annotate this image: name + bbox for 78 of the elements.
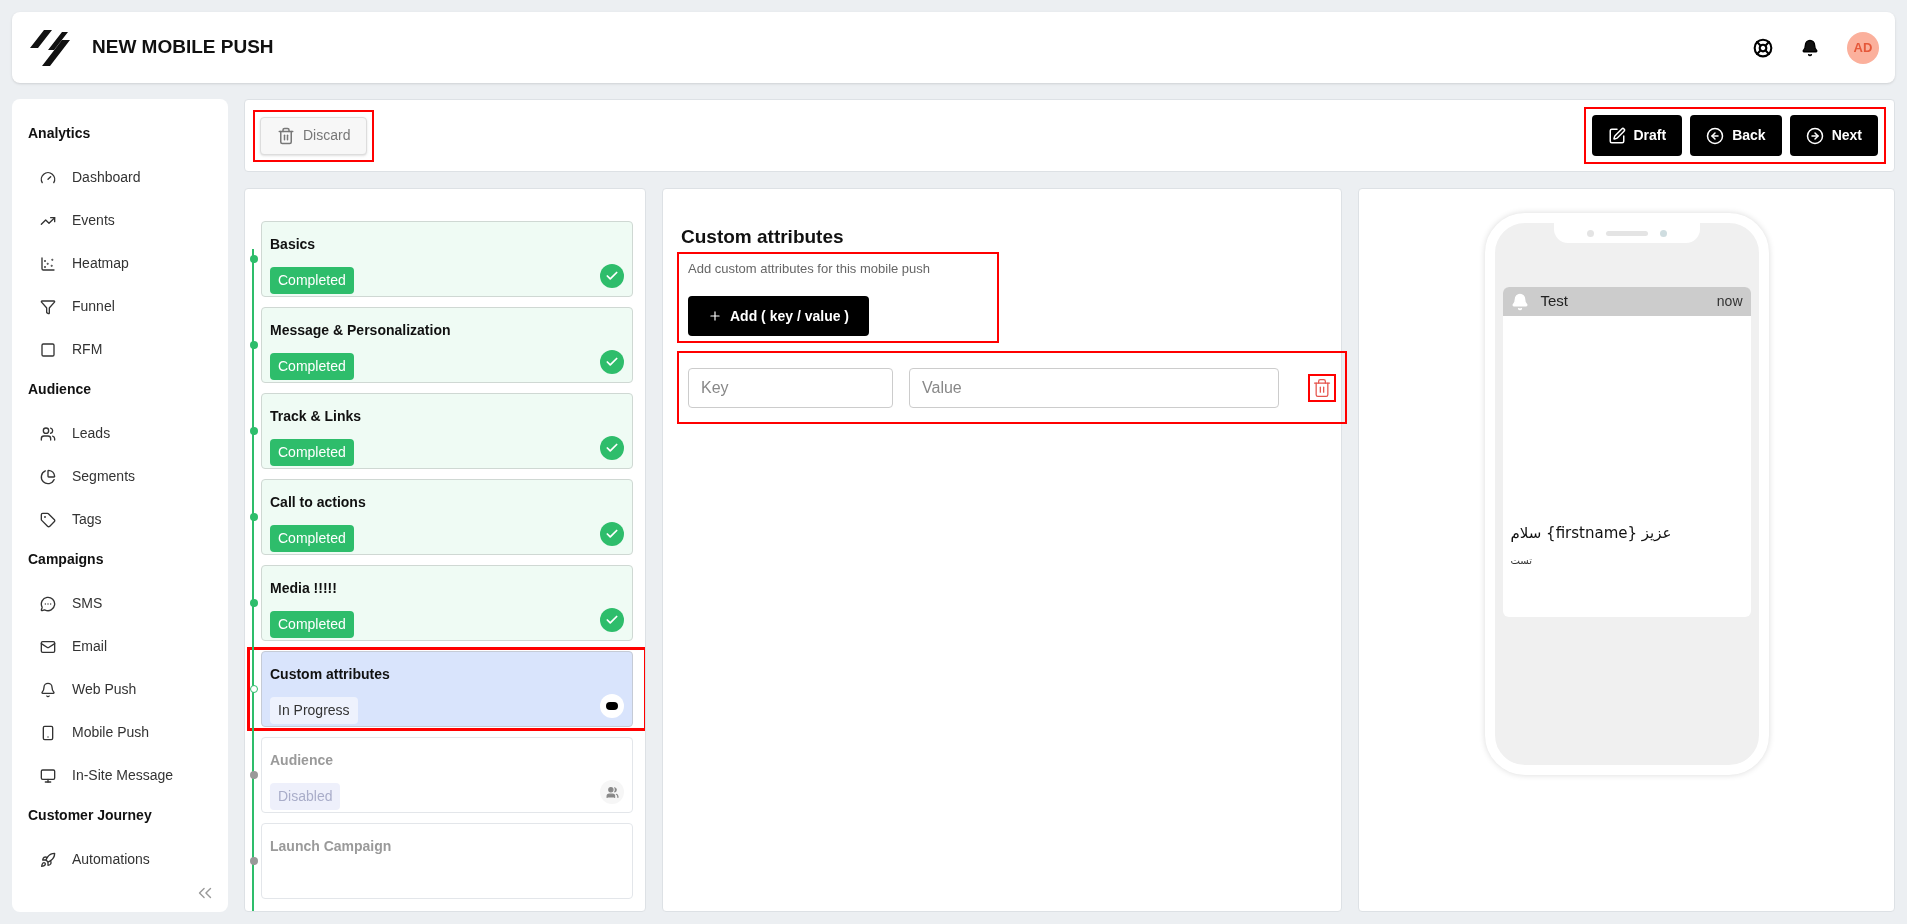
square-icon (40, 341, 56, 358)
step-title: Message & Personalization (270, 321, 452, 340)
step-title: Track & Links (270, 407, 363, 426)
step-title: Launch Campaign (270, 837, 393, 856)
notification-title: عزیز {firstname} سلام (1510, 523, 1672, 544)
status-badge: In Progress (270, 697, 358, 724)
sidebar-item[interactable]: Email (28, 625, 212, 668)
action-button[interactable]: Draft (1591, 115, 1683, 156)
arrow-left-icon (1706, 126, 1725, 145)
sidebar-heading: Audience (28, 380, 92, 399)
bell-icon (40, 681, 56, 698)
sidebar-heading: Customer Journey (28, 806, 153, 825)
step-title: Media !!!!! (270, 579, 338, 598)
phone-icon (40, 724, 56, 741)
users-icon (600, 780, 624, 804)
check-icon (600, 522, 624, 546)
page-title: NEW MOBILE PUSH (92, 35, 274, 60)
status-badge: Disabled (270, 783, 341, 810)
check-icon (600, 350, 624, 374)
check-icon (600, 608, 624, 632)
edit-icon (1607, 126, 1626, 145)
help-icon[interactable] (1753, 37, 1773, 58)
sidebar-item[interactable]: Heatmap (28, 242, 212, 285)
users-icon (40, 425, 56, 442)
value-field[interactable]: Value (909, 367, 1279, 408)
discard-button[interactable]: Discard (260, 116, 368, 155)
status-badge: Completed (270, 353, 354, 380)
delete-button[interactable] (1308, 373, 1336, 402)
sidebar-heading: Campaigns (28, 550, 105, 569)
arrow-right-icon (1805, 126, 1824, 145)
sidebar-heading: Analytics (28, 124, 92, 143)
status-badge: Completed (270, 267, 354, 294)
sidebar-item[interactable]: In-Site Message (28, 754, 212, 797)
section-description: Add custom attributes for this mobile push (688, 259, 932, 278)
action-button[interactable]: Back (1690, 115, 1782, 156)
sidebar-item[interactable]: Funnel (28, 285, 212, 328)
rocket-icon (40, 851, 56, 868)
key-field[interactable]: Key (688, 367, 893, 408)
section-title: Custom attributes (681, 225, 845, 249)
monitor-icon (40, 767, 56, 784)
sidebar-item[interactable]: Tags (28, 498, 212, 541)
tag-icon (40, 511, 56, 528)
chat-bubble-icon (40, 595, 56, 612)
sidebar-item[interactable]: SMS (28, 582, 212, 625)
sidebar-item[interactable]: RFM (28, 328, 212, 371)
check-icon (600, 436, 624, 460)
notification-body: تست (1510, 553, 1533, 568)
sidebar-item[interactable]: Web Push (28, 668, 212, 711)
status-badge: Completed (270, 611, 354, 638)
check-icon (600, 264, 624, 288)
pie-chart-icon (40, 468, 56, 485)
trash-icon (277, 126, 295, 145)
plus-icon (708, 309, 722, 323)
sidebar-item[interactable]: Leads (28, 412, 212, 455)
funnel-icon (40, 298, 56, 315)
status-badge: Completed (270, 525, 354, 552)
notification-bell-icon[interactable] (1801, 38, 1819, 57)
sidebar-item[interactable]: Automations (28, 838, 212, 881)
envelope-icon (40, 638, 56, 655)
step-title: Audience (270, 751, 334, 770)
sidebar-item[interactable]: Segments (28, 455, 212, 498)
gauge-icon (40, 169, 56, 186)
action-button[interactable]: Next (1789, 115, 1878, 156)
sidebar-item[interactable]: Mobile Push (28, 711, 212, 754)
step-title: Basics (270, 235, 317, 254)
trash-icon (1312, 377, 1332, 398)
notification-time: now (1716, 292, 1743, 311)
sidebar-item[interactable]: Events (28, 199, 212, 242)
logo-icon (28, 27, 72, 68)
sidebar-item[interactable]: Dashboard (28, 156, 212, 199)
step-title: Call to actions (270, 493, 367, 512)
scatter-chart-icon (40, 255, 56, 272)
app-name: Test (1540, 291, 1568, 312)
toggle-icon (600, 694, 624, 718)
bell-icon (1510, 292, 1529, 311)
step-title: Custom attributes (270, 665, 391, 684)
add-key-value-button[interactable]: Add ( key / value ) (688, 296, 870, 336)
status-badge: Completed (270, 439, 354, 466)
